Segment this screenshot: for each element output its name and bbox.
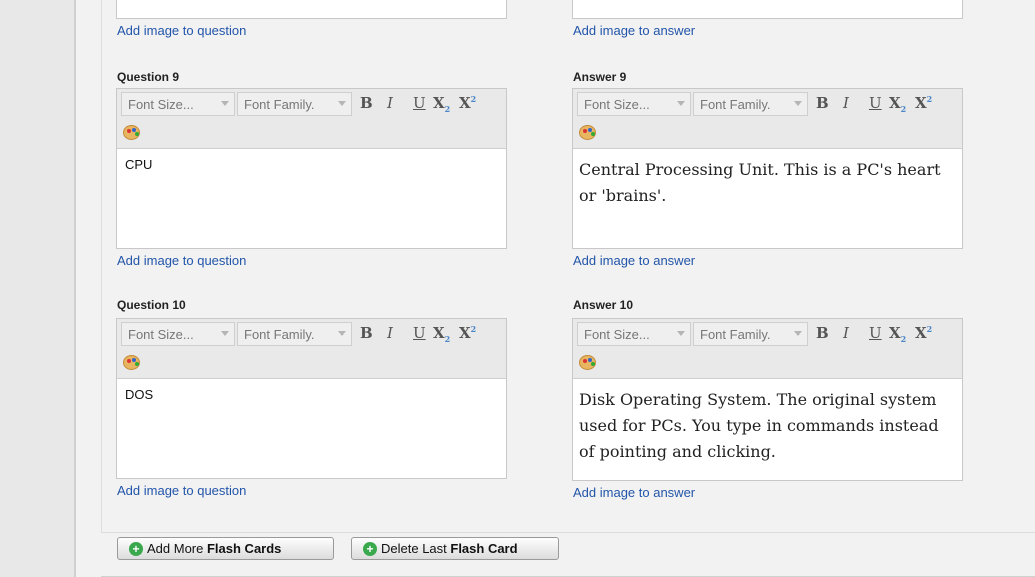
answer-editor[interactable]: Font Size... Font Family. B I U X2 X2 Di… — [572, 318, 963, 481]
font-family-value: Font Family. — [244, 327, 315, 342]
bold-button[interactable]: B — [360, 324, 373, 342]
superscript-glyph: X — [915, 94, 927, 112]
editor-toolbar: Font Size... Font Family. B I U X2 X2 — [573, 89, 962, 149]
font-family-value: Font Family. — [700, 97, 771, 112]
left-gutter — [0, 0, 74, 577]
font-size-value: Font Size... — [584, 327, 650, 342]
add-image-to-question-link[interactable]: Add image to question — [117, 253, 246, 268]
editor-toolbar: Font Size... Font Family. B I U X2 X2 — [117, 89, 506, 149]
color-palette-icon[interactable] — [579, 125, 596, 140]
question-text-area[interactable]: DOS — [117, 379, 506, 410]
font-size-value: Font Size... — [584, 97, 650, 112]
delete-button-label-bold: Flash Card — [450, 541, 518, 556]
underline-button[interactable]: U — [413, 94, 426, 112]
question-editor[interactable]: Font Size... Font Family. B I U X2 X2 DO… — [116, 318, 507, 479]
answer-editor[interactable]: Font Size... Font Family. B I U X2 X2 Ce… — [572, 88, 963, 249]
font-size-select[interactable]: Font Size... — [121, 92, 235, 116]
add-image-to-answer-link[interactable]: Add image to answer — [573, 253, 695, 268]
font-family-value: Font Family. — [700, 327, 771, 342]
italic-button[interactable]: I — [387, 94, 393, 112]
bold-button[interactable]: B — [816, 94, 829, 112]
subscript-glyph: X — [889, 94, 901, 112]
answer-label: Answer 9 — [573, 70, 627, 84]
italic-button[interactable]: I — [387, 324, 393, 342]
underline-button[interactable]: U — [869, 94, 882, 112]
font-family-select[interactable]: Font Family. — [693, 322, 808, 346]
chevron-down-icon — [794, 101, 802, 106]
add-image-to-question-link[interactable]: Add image to question — [117, 23, 246, 38]
font-size-select[interactable]: Font Size... — [577, 92, 691, 116]
subscript-button[interactable]: X2 — [889, 324, 906, 344]
plus-circle-icon: + — [129, 542, 143, 556]
subscript-glyph: X — [433, 94, 445, 112]
answer-text-area[interactable]: Disk Operating System. The original syst… — [573, 379, 962, 473]
delete-button-label: Delete Last — [381, 541, 451, 556]
editor-toolbar: Font Size... Font Family. B I U X2 X2 — [573, 319, 962, 379]
add-button-label-bold: Flash Cards — [206, 541, 282, 556]
bold-button[interactable]: B — [360, 94, 373, 112]
chevron-down-icon — [221, 101, 229, 106]
chevron-down-icon — [338, 331, 346, 336]
previous-question-editor[interactable] — [116, 0, 507, 19]
font-size-select[interactable]: Font Size... — [577, 322, 691, 346]
chevron-down-icon — [338, 101, 346, 106]
font-family-select[interactable]: Font Family. — [237, 322, 352, 346]
superscript-glyph: X — [915, 324, 927, 342]
question-label: Question 10 — [117, 298, 186, 312]
question-text-area[interactable]: CPU — [117, 149, 506, 180]
superscript-glyph: X — [459, 94, 471, 112]
answer-label: Answer 10 — [573, 298, 634, 312]
add-more-flash-cards-button[interactable]: + Add More Flash Cards — [117, 537, 334, 560]
add-button-label: Add More — [147, 541, 207, 556]
question-editor[interactable]: Font Size... Font Family. B I U X2 X2 CP… — [116, 88, 507, 249]
font-size-select[interactable]: Font Size... — [121, 322, 235, 346]
subscript-button[interactable]: X2 — [433, 324, 450, 344]
color-palette-icon[interactable] — [123, 125, 140, 140]
question-label: Question 9 — [117, 70, 180, 84]
subscript-glyph: X — [433, 324, 445, 342]
color-palette-icon[interactable] — [579, 355, 596, 370]
subscript-glyph: X — [889, 324, 901, 342]
superscript-button[interactable]: X2 — [915, 324, 932, 342]
delete-last-flash-card-button[interactable]: + Delete Last Flash Card — [351, 537, 559, 560]
form-divider — [101, 532, 1035, 533]
answer-text-area[interactable]: Central Processing Unit. This is a PC's … — [573, 149, 962, 217]
italic-button[interactable]: I — [843, 324, 849, 342]
previous-answer-editor[interactable] — [572, 0, 963, 19]
add-image-to-question-link[interactable]: Add image to question — [117, 483, 246, 498]
bold-button[interactable]: B — [816, 324, 829, 342]
editor-toolbar: Font Size... Font Family. B I U X2 X2 — [117, 319, 506, 379]
chevron-down-icon — [221, 331, 229, 336]
superscript-button[interactable]: X2 — [915, 94, 932, 112]
color-palette-icon[interactable] — [123, 355, 140, 370]
underline-button[interactable]: U — [869, 324, 882, 342]
chevron-down-icon — [794, 331, 802, 336]
subscript-button[interactable]: X2 — [889, 94, 906, 114]
add-image-to-answer-link[interactable]: Add image to answer — [573, 23, 695, 38]
chevron-down-icon — [677, 331, 685, 336]
font-size-value: Font Size... — [128, 327, 194, 342]
add-image-to-answer-link[interactable]: Add image to answer — [573, 485, 695, 500]
superscript-glyph: X — [459, 324, 471, 342]
plus-circle-icon: + — [363, 542, 377, 556]
font-family-select[interactable]: Font Family. — [237, 92, 352, 116]
superscript-button[interactable]: X2 — [459, 324, 476, 342]
chevron-down-icon — [677, 101, 685, 106]
superscript-button[interactable]: X2 — [459, 94, 476, 112]
font-size-value: Font Size... — [128, 97, 194, 112]
underline-button[interactable]: U — [413, 324, 426, 342]
italic-button[interactable]: I — [843, 94, 849, 112]
font-family-value: Font Family. — [244, 97, 315, 112]
font-family-select[interactable]: Font Family. — [693, 92, 808, 116]
subscript-button[interactable]: X2 — [433, 94, 450, 114]
